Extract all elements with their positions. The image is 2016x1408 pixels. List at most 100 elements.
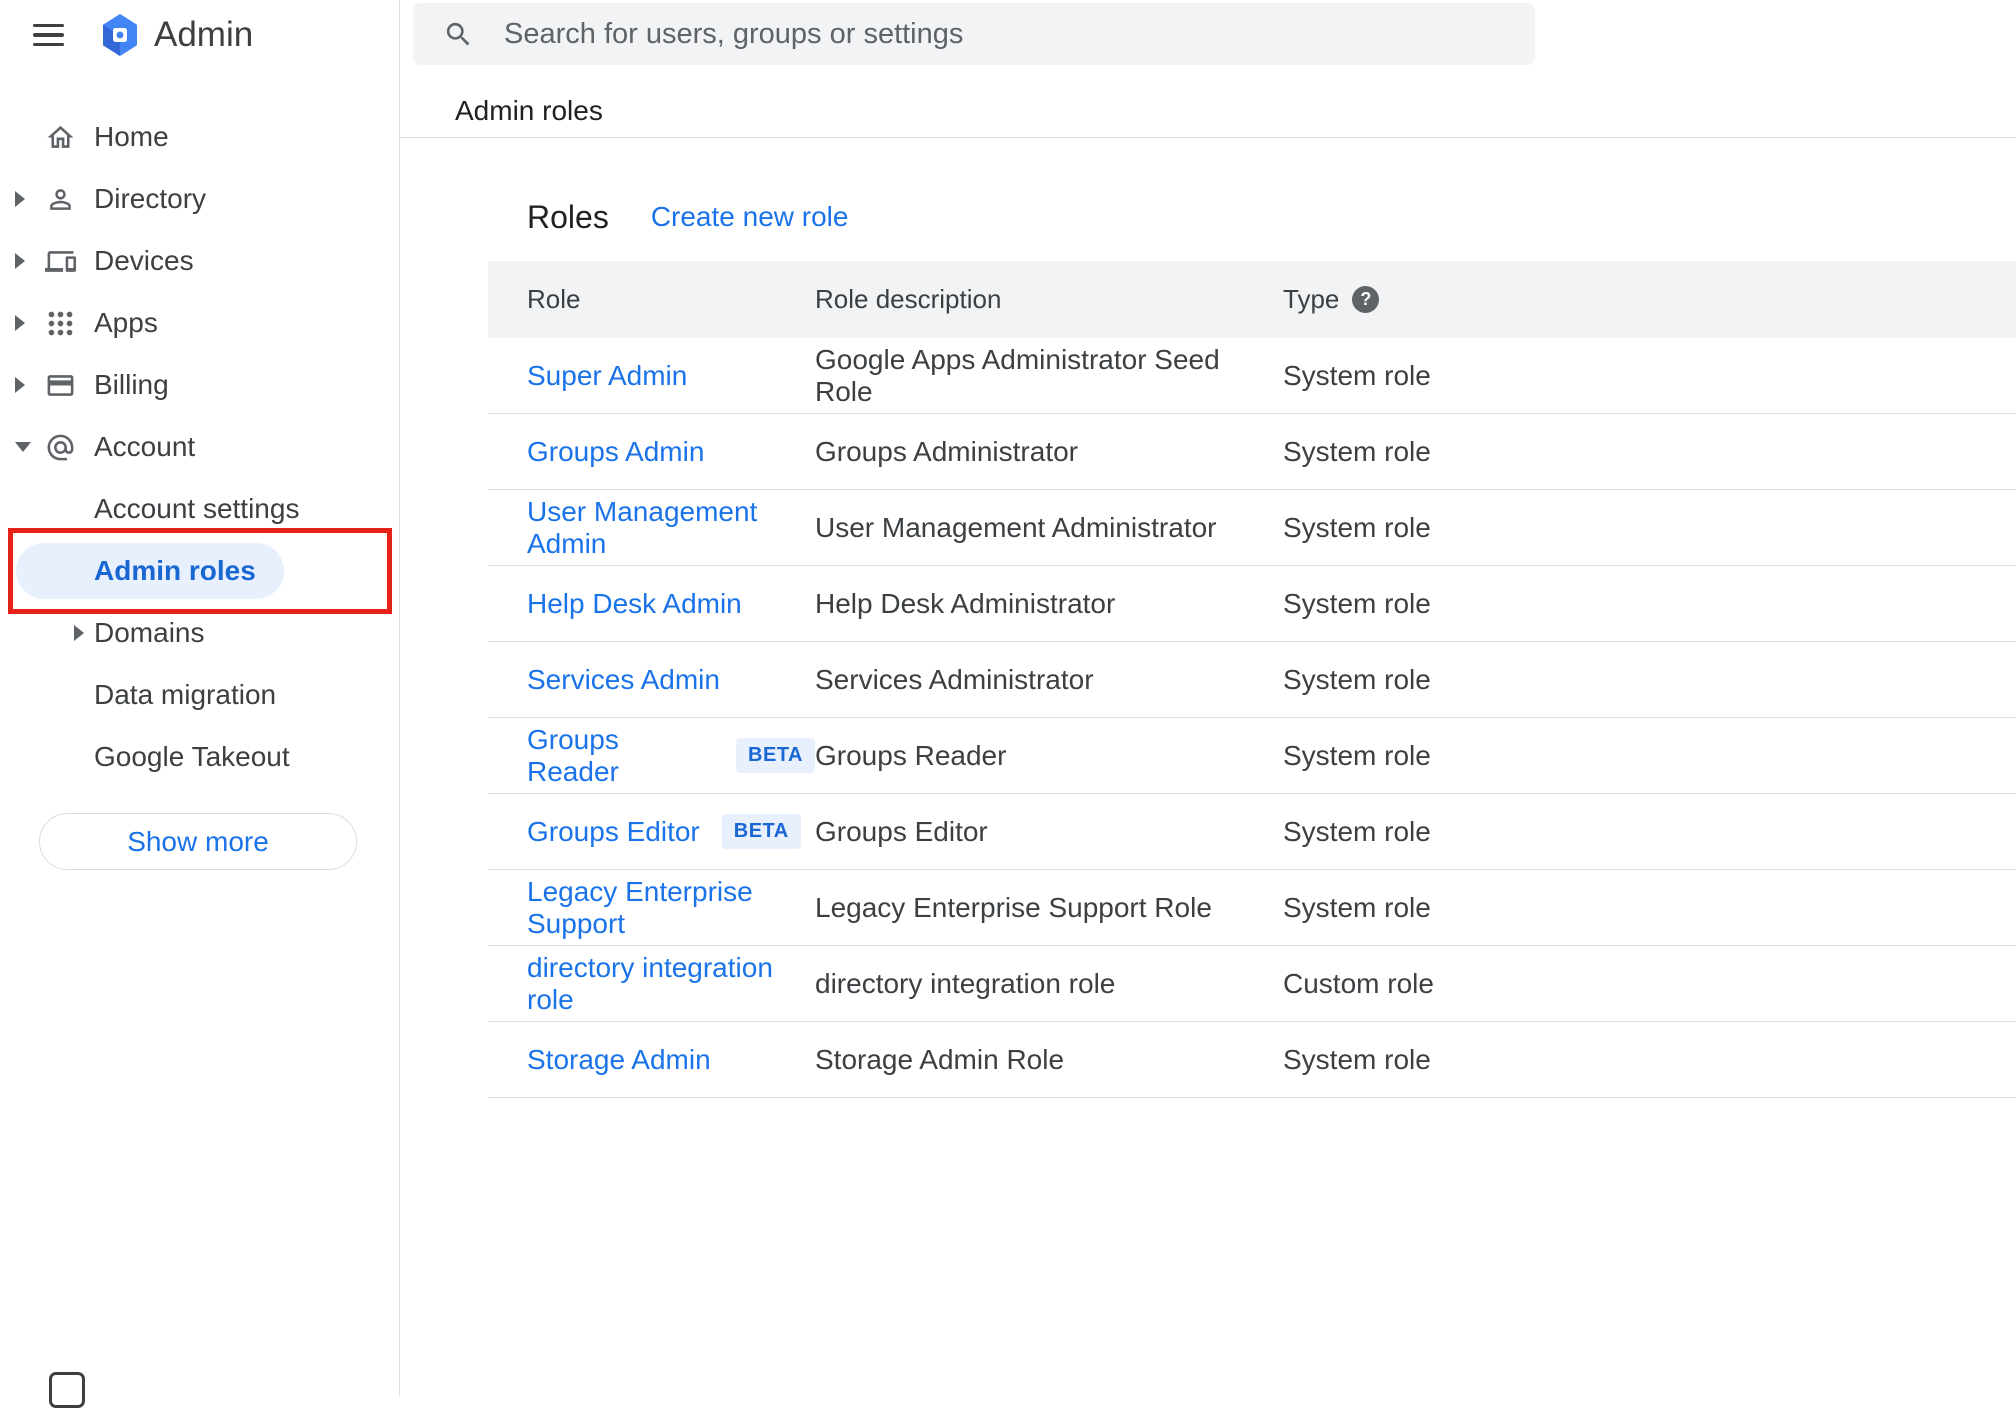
role-type: System role — [1283, 511, 1431, 543]
main-area: Admin roles Roles Create new role Role R… — [400, 0, 2016, 1396]
sidebar-item-admin-roles[interactable]: Admin roles — [0, 540, 399, 602]
table-row: Groups Editor BETA Groups Editor System rol… — [488, 794, 2016, 870]
sidebar-item-label: Account — [94, 431, 196, 462]
panel-title: Roles — [527, 198, 609, 235]
role-type: Custom role — [1283, 967, 1434, 999]
table-row: Groups Admin Groups Administrator System r… — [488, 414, 2016, 490]
role-cell: Legacy Enterprise Support — [488, 876, 815, 940]
beta-badge: BETA — [736, 738, 815, 773]
role-description: Services Administrator — [815, 663, 1094, 695]
role-link[interactable]: Super Admin — [527, 360, 687, 392]
sidebar-item-apps[interactable]: Apps — [0, 292, 399, 354]
roles-panel: Roles Create new role Role Role descript… — [488, 173, 2016, 1098]
sidebar-item-domains[interactable]: Domains — [0, 602, 399, 664]
role-description: Google Apps Administrator Seed Role — [815, 343, 1220, 407]
role-link[interactable]: Storage Admin — [527, 1044, 711, 1076]
table-row: Legacy Enterprise Support Legacy Enterpri… — [488, 870, 2016, 946]
sidebar-item-directory[interactable]: Directory — [0, 168, 399, 230]
column-header-type: Type ? — [1283, 284, 2016, 315]
menu-icon[interactable] — [33, 14, 75, 56]
table-row: directory integration role directory inte… — [488, 946, 2016, 1022]
sidebar-item-label: Billing — [94, 369, 169, 400]
role-cell: Services Admin — [488, 664, 815, 696]
sidebar-item-label: Devices — [94, 245, 194, 276]
role-cell: User Management Admin — [488, 496, 815, 560]
sidebar-item-label: Account settings — [94, 493, 300, 524]
help-icon[interactable]: ? — [1352, 286, 1380, 313]
sidebar-item-label: Home — [94, 121, 169, 152]
search-bar[interactable] — [413, 3, 1535, 65]
sidebar-item-billing[interactable]: Billing — [0, 354, 399, 416]
sidebar-item-account-settings[interactable]: Account settings — [0, 478, 399, 540]
sidebar-item-data-migration[interactable]: Data migration — [0, 664, 399, 726]
role-description: Groups Reader — [815, 739, 1007, 771]
role-cell: Groups Admin — [488, 436, 815, 468]
search-input[interactable] — [502, 16, 1511, 52]
home-icon — [45, 122, 76, 153]
chevron-right-icon[interactable] — [15, 191, 25, 207]
role-description: User Management Administrator — [815, 511, 1217, 543]
role-type: System role — [1283, 663, 1431, 695]
sidebar-item-account[interactable]: Account — [0, 416, 399, 478]
role-cell: Storage Admin — [488, 1044, 815, 1076]
table-header-row: Role Role description Type ? — [488, 261, 2016, 338]
role-cell: directory integration role — [488, 952, 815, 1016]
role-type: System role — [1283, 359, 1431, 391]
create-new-role-link[interactable]: Create new role — [651, 201, 849, 233]
sidebar-item-label: Directory — [94, 183, 207, 214]
partial-bottom-icon — [49, 1372, 85, 1408]
role-link[interactable]: Services Admin — [527, 664, 720, 696]
role-type: System role — [1283, 891, 1431, 923]
admin-logo-icon — [100, 13, 140, 57]
table-row: Services Admin Services Administrator Syst… — [488, 642, 2016, 718]
role-link[interactable]: Help Desk Admin — [527, 588, 742, 620]
role-link[interactable]: Groups Reader — [527, 724, 714, 788]
sidebar-item-google-takeout[interactable]: Google Takeout — [0, 726, 399, 788]
chevron-down-icon[interactable] — [15, 442, 31, 452]
role-link[interactable]: User Management Admin — [527, 496, 815, 560]
role-type: System role — [1283, 587, 1431, 619]
role-type: System role — [1283, 1043, 1431, 1075]
role-type: System role — [1283, 815, 1431, 847]
show-more-button[interactable]: Show more — [39, 813, 357, 870]
column-header-description: Role description — [815, 284, 1002, 314]
sidebar-item-label: Google Takeout — [94, 741, 290, 772]
role-description: Help Desk Administrator — [815, 587, 1116, 619]
role-link[interactable]: Groups Admin — [527, 436, 704, 468]
column-header-role: Role — [527, 284, 581, 314]
sidebar-item-home[interactable]: Home — [0, 106, 399, 168]
apps-grid-icon — [45, 308, 76, 339]
at-icon — [45, 432, 76, 463]
role-description: Storage Admin Role — [815, 1043, 1065, 1075]
sidebar: Admin Home Directory Devices Apps Billing Acc… — [0, 0, 400, 1408]
chevron-right-icon[interactable] — [74, 625, 84, 641]
table-body: Super Admin Google Apps Administrator See… — [488, 338, 2016, 1098]
sidebar-item-label: Data migration — [94, 679, 277, 710]
table-row: Groups Reader BETA Groups Reader System rol… — [488, 718, 2016, 794]
chevron-right-icon[interactable] — [15, 377, 25, 393]
role-description: Groups Administrator — [815, 435, 1078, 467]
role-link[interactable]: Groups Editor — [527, 816, 700, 848]
role-cell: Help Desk Admin — [488, 588, 815, 620]
beta-badge: BETA — [721, 814, 801, 849]
devices-icon — [45, 246, 76, 277]
column-header-type-label: Type — [1283, 284, 1340, 314]
sidebar-item-label: Apps — [94, 307, 158, 338]
role-description: Legacy Enterprise Support Role — [815, 891, 1212, 923]
divider — [400, 137, 2016, 138]
sidebar-item-label: Admin roles — [94, 555, 256, 586]
chevron-right-icon[interactable] — [15, 315, 25, 331]
chevron-right-icon[interactable] — [15, 253, 25, 269]
role-link[interactable]: directory integration role — [527, 952, 815, 1016]
sidebar-header: Admin — [0, 0, 399, 70]
sidebar-item-devices[interactable]: Devices — [0, 230, 399, 292]
table-row: Storage Admin Storage Admin Role System ro… — [488, 1022, 2016, 1098]
role-cell: Super Admin — [488, 360, 815, 392]
breadcrumb: Admin roles — [455, 95, 603, 126]
role-link[interactable]: Legacy Enterprise Support — [527, 876, 815, 940]
search-icon — [446, 22, 470, 45]
role-type: System role — [1283, 435, 1431, 467]
sidebar-nav: Home Directory Devices Apps Billing Account Ac… — [0, 106, 399, 788]
role-cell: Groups Reader BETA — [488, 724, 815, 788]
role-description: Groups Editor — [815, 815, 988, 847]
